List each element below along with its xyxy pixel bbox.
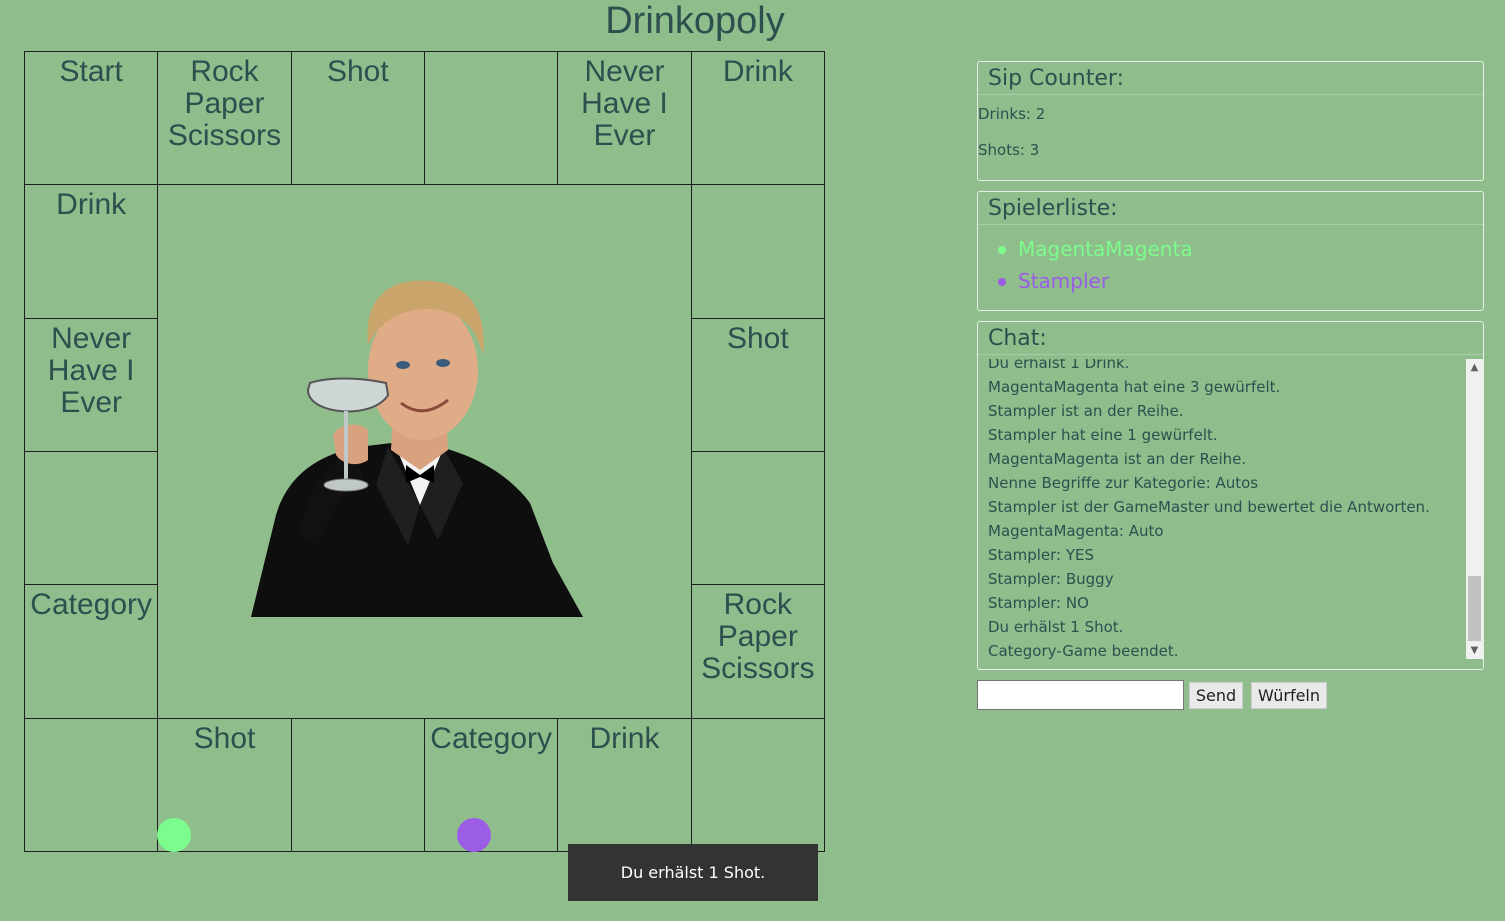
chat-message: Stampler hat eine 1 gewürfelt. [988, 426, 1218, 444]
scroll-up-icon[interactable]: ▲ [1466, 359, 1483, 376]
board-cell-label: Shot [726, 321, 789, 355]
chat-scrollbar[interactable]: ▲ ▼ [1466, 359, 1483, 659]
board-center [157, 184, 692, 719]
board-cell-label: Shot [326, 55, 389, 88]
board-cell-label: Drink [589, 721, 660, 755]
board-cell: Category [423, 717, 559, 852]
bullet-icon [998, 278, 1006, 286]
board-cell-label: Never Have I Ever [581, 55, 668, 152]
board-cell-label: Drink [56, 188, 127, 222]
board-cell-label: Never Have I Ever [47, 321, 135, 419]
board-cell: Drink [557, 717, 692, 852]
board-cell [290, 717, 425, 852]
board-cell: Rock Paper Scissors [157, 51, 292, 186]
chat-input[interactable] [977, 680, 1184, 710]
board-cell: Rock Paper Scissors [690, 584, 825, 719]
chat-log[interactable]: Du erhälst 1 Drink. MagentaMagenta hat ei… [978, 359, 1468, 659]
player-list-panel: Spielerliste: MagentaMagenta Stampler [977, 191, 1484, 311]
chat-message: MagentaMagenta ist an der Reihe. [988, 450, 1247, 468]
chat-message: Stampler: Buggy [988, 570, 1114, 588]
bullet-icon [998, 246, 1006, 254]
game-board: Start Rock Paper Scissors Shot Never Have I… [24, 51, 825, 852]
drinks-count: Drinks: 2 [978, 105, 1046, 123]
player-item: Stampler [998, 265, 1483, 297]
player-token-stampler[interactable] [457, 818, 491, 852]
chat-message: Category-Game beendet. [988, 642, 1179, 659]
board-cell: Never Have I Ever [24, 317, 159, 452]
player-list-title: Spielerliste: [978, 192, 1483, 225]
player-name: Stampler [1018, 269, 1110, 293]
board-cell: Drink [24, 184, 159, 319]
chat-message: Stampler ist der GameMaster und bewertet… [988, 498, 1430, 516]
shots-count: Shots: 3 [978, 141, 1040, 159]
board-cell-label: Category [30, 588, 153, 622]
board-cell-label: Rock Paper Scissors [701, 588, 815, 686]
board-cell: Start [24, 51, 159, 186]
board-cell [24, 450, 159, 586]
board-cell [690, 450, 825, 586]
chat-message: Nenne Begriffe zur Kategorie: Autos [988, 474, 1259, 492]
sip-counter-title: Sip Counter: [978, 62, 1483, 95]
board-cell [24, 717, 159, 852]
board-cell: Category [24, 584, 159, 719]
scroll-thumb[interactable] [1468, 576, 1481, 641]
sip-counter-panel: Sip Counter: Drinks: 2 Shots: 3 [977, 61, 1484, 181]
player-token-magenta[interactable] [157, 818, 191, 852]
player-list: MagentaMagenta Stampler [978, 233, 1483, 297]
board-cell-label: Start [59, 55, 123, 88]
chat-message: Stampler: NO [988, 594, 1089, 612]
player-name: MagentaMagenta [1018, 237, 1193, 261]
chat-message: Stampler: YES [988, 546, 1095, 564]
chat-panel: Chat: Du erhälst 1 Drink. MagentaMagenta … [977, 321, 1484, 670]
chat-message: Du erhälst 1 Drink. [988, 359, 1130, 372]
send-button[interactable]: Send [1189, 682, 1243, 709]
board-cell-label: Shot [193, 721, 256, 755]
chat-message: Stampler ist an der Reihe. [988, 402, 1184, 420]
chat-message: MagentaMagenta: Auto [988, 522, 1164, 540]
scroll-down-icon[interactable]: ▼ [1466, 642, 1483, 659]
board-cell: Never Have I Ever [557, 51, 692, 186]
board-cell: Shot [690, 317, 825, 452]
board-cell-label: Drink [722, 55, 793, 88]
chat-message: MagentaMagenta hat eine 3 gewürfelt. [988, 378, 1281, 396]
board-cell [690, 184, 825, 319]
toasting-man-illustration [251, 280, 584, 618]
chat-title: Chat: [978, 322, 1483, 355]
board-cell: Shot [290, 51, 425, 186]
board-cell [423, 51, 559, 186]
player-item: MagentaMagenta [998, 233, 1483, 265]
board-cell-label: Rock Paper Scissors [167, 55, 282, 152]
chat-lines: Du erhälst 1 Drink. MagentaMagenta hat ei… [988, 359, 1430, 659]
toast-notification: Du erhälst 1 Shot. [568, 844, 818, 901]
chat-message: Du erhälst 1 Shot. [988, 618, 1124, 636]
roll-dice-button[interactable]: Würfeln [1251, 682, 1327, 709]
board-cell [690, 717, 825, 852]
board-cell: Drink [690, 51, 825, 186]
game-title: Drinkopoly [605, 0, 785, 42]
board-cell-label: Category [430, 721, 553, 755]
